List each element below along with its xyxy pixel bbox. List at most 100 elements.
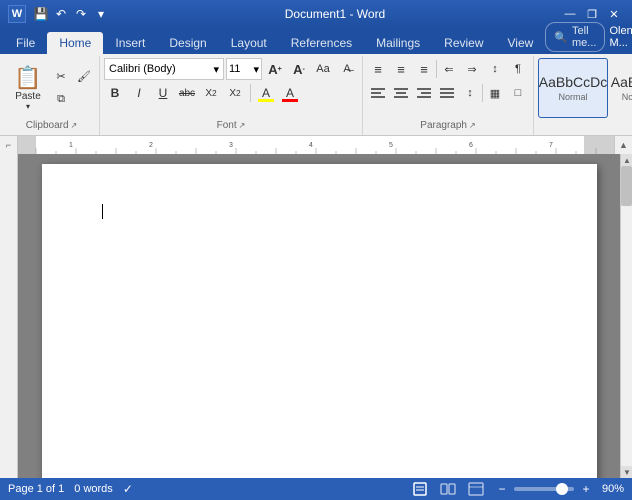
proofing-icon[interactable]: ✓ [123,482,133,496]
format-painter-button[interactable]: 🖌 [73,66,95,88]
styles-label: Styles ↗ [538,118,632,133]
ruler-collapse-btn[interactable]: ▲ [614,136,632,154]
line-spacing-button[interactable]: ↕ [459,82,481,104]
style-nospacing-label: No Spacing [622,92,632,102]
styles-area: AaBbCcDc Normal AaBbCcDc No Spacing AaBb… [538,58,632,118]
zoom-slider-track[interactable] [514,487,574,491]
tell-me-input[interactable]: 🔍 Tell me... [545,22,605,52]
zoom-slider-thumb[interactable] [556,483,568,495]
separator-3 [482,84,483,102]
font-color-button[interactable]: A [279,82,301,104]
copy-button[interactable]: ⧉ [50,89,72,111]
grow-font-button[interactable]: A+ [264,58,286,80]
document-page[interactable]: T aimienphi .vn [42,164,597,478]
word-count: 0 words [74,483,113,495]
tab-review[interactable]: Review [432,32,495,54]
user-account[interactable]: Olenna M... [609,25,632,49]
minimize-button[interactable]: — [560,4,580,24]
multilevel-list-button[interactable]: ≡ [413,58,435,80]
change-case-button[interactable]: Aa [312,58,334,80]
tab-references[interactable]: References [279,32,364,54]
ribbon-tabs: File Home Insert Design Layout Reference… [0,28,632,54]
superscript-button[interactable]: X2 [224,82,246,104]
web-layout-view-button[interactable] [466,481,486,497]
paragraph-label: Paragraph ↗ [367,118,529,133]
redo-quick-btn[interactable]: ↷ [72,5,90,23]
paragraph-expand-icon[interactable]: ↗ [469,121,476,130]
text-highlight-button[interactable]: A [255,82,277,104]
bullets-button[interactable]: ≡ [367,58,389,80]
zoom-level[interactable]: 90% [602,483,624,495]
tab-layout[interactable]: Layout [219,32,279,54]
scrollbar-thumb[interactable] [621,166,632,206]
paste-icon: 📋 [14,65,41,91]
align-right-button[interactable] [413,82,435,104]
vertical-ruler [0,154,18,478]
content-area: T aimienphi .vn ▲ ▼ [0,154,632,478]
customize-quick-btn[interactable]: ▾ [92,5,110,23]
tab-home[interactable]: Home [47,32,103,54]
tab-file[interactable]: File [4,32,47,54]
font-name-selector[interactable]: Calibri (Body) ▾ [104,58,224,80]
style-no-spacing[interactable]: AaBbCcDc No Spacing [610,58,632,118]
svg-text:1: 1 [69,142,73,149]
print-layout-view-button[interactable] [410,481,430,497]
tell-me-label: Tell me... [572,25,596,49]
shrink-font-button[interactable]: A- [288,58,310,80]
read-mode-view-button[interactable] [438,481,458,497]
subscript-button[interactable]: X2 [200,82,222,104]
align-left-button[interactable] [367,82,389,104]
cut-button[interactable]: ✂ [50,66,72,88]
ruler-container: ⌐ [0,136,632,154]
paste-button[interactable]: 📋 Paste ▾ [8,63,48,113]
vertical-scrollbar[interactable]: ▲ ▼ [620,154,632,478]
zoom-in-button[interactable]: + [578,481,594,497]
size-dropdown-icon: ▾ [253,63,259,76]
increase-indent-button[interactable]: ⇒ [461,58,483,80]
sort-button[interactable]: ↕ [484,58,506,80]
separator-1 [250,84,251,102]
text-cursor [102,204,103,219]
scrollbar-track[interactable] [621,166,632,466]
borders-button[interactable]: □ [507,82,529,104]
undo-quick-btn[interactable]: ↶ [52,5,70,23]
font-label: Font ↗ [104,118,358,133]
clear-formatting-button[interactable]: A̶ [336,58,358,80]
clipboard-small-buttons: ✂ 🖌 ⧉ [50,66,95,111]
para-row-2: ↕ ▦ □ [367,82,529,104]
page-count: Page 1 of 1 [8,483,64,495]
title-bar-left: W 💾 ↶ ↷ ▾ [8,5,110,23]
decrease-indent-button[interactable]: ⇐ [438,58,460,80]
clipboard-expand-icon[interactable]: ↗ [71,121,78,130]
clipboard-label: Clipboard ↗ [8,118,95,133]
close-button[interactable]: ✕ [604,4,624,24]
align-center-button[interactable] [390,82,412,104]
numbering-button[interactable]: ≡ [390,58,412,80]
tab-design[interactable]: Design [157,32,218,54]
bold-button[interactable]: B [104,82,126,104]
shading-button[interactable]: ▦ [484,82,506,104]
zoom-out-button[interactable]: − [494,481,510,497]
clipboard-content: 📋 Paste ▾ ✂ 🖌 ⧉ [8,58,95,118]
paste-arrow-icon: ▾ [26,102,30,111]
justify-button[interactable] [436,82,458,104]
tab-selector[interactable]: ⌐ [0,136,18,154]
tab-mailings[interactable]: Mailings [364,32,432,54]
tab-view[interactable]: View [496,32,546,54]
save-quick-btn[interactable]: 💾 [32,5,50,23]
scrollbar-up-button[interactable]: ▲ [621,154,632,166]
scrollbar-down-button[interactable]: ▼ [621,466,632,478]
tab-insert[interactable]: Insert [103,32,157,54]
show-marks-button[interactable]: ¶ [507,58,529,80]
document-scroll-area[interactable]: T aimienphi .vn [18,154,620,478]
font-size-selector[interactable]: 11 ▾ [226,58,262,80]
styles-gallery: AaBbCcDc Normal AaBbCcDc No Spacing AaBb… [538,58,632,118]
restore-button[interactable]: ❐ [582,4,602,24]
underline-button[interactable]: U [152,82,174,104]
status-bar-right: − + 90% [410,481,624,497]
italic-button[interactable]: I [128,82,150,104]
strikethrough-button[interactable]: abc [176,82,198,104]
font-expand-icon[interactable]: ↗ [239,121,246,130]
ruler-ticks: 1 2 3 4 5 6 7 [18,136,614,154]
style-normal[interactable]: AaBbCcDc Normal [538,58,608,118]
